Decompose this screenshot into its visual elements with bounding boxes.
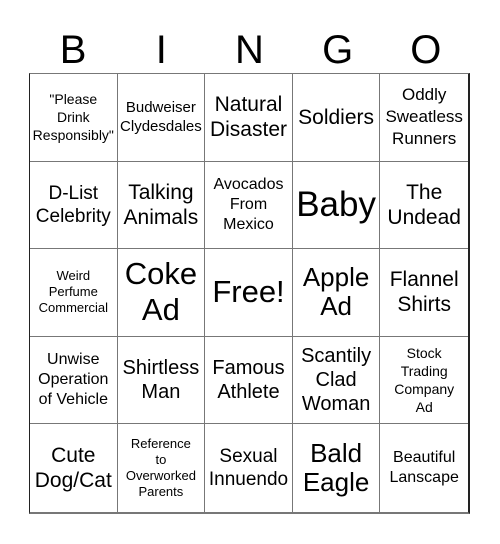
bingo-cell[interactable]: Weird Perfume Commercial bbox=[30, 249, 118, 337]
cell-text: Apple Ad bbox=[302, 262, 370, 322]
bingo-cell[interactable]: The Undead bbox=[380, 162, 468, 250]
bingo-card-grid: "Please Drink Responsibly" Budweiser Cly… bbox=[29, 73, 470, 514]
bingo-cell[interactable]: Beautiful Lanscape bbox=[380, 424, 468, 512]
bingo-cell[interactable]: Sexual Innuendo bbox=[205, 424, 293, 512]
header-letter-g: G bbox=[322, 28, 354, 72]
bingo-header: B I N G O bbox=[29, 28, 471, 72]
bingo-cell[interactable]: Flannel Shirts bbox=[380, 249, 468, 337]
cell-text: Talking Animals bbox=[123, 180, 199, 229]
cell-text: Shirtless Man bbox=[122, 357, 200, 404]
header-letter-n: N bbox=[235, 28, 264, 72]
bingo-cell[interactable]: Talking Animals bbox=[117, 161, 206, 250]
cell-text: Coke Ad bbox=[124, 256, 198, 328]
header-letter-b: B bbox=[59, 28, 87, 72]
bingo-cell[interactable]: Baby bbox=[292, 161, 381, 250]
bingo-cell[interactable]: Unwise Operation of Vehicle bbox=[30, 336, 118, 425]
bingo-cell[interactable]: Natural Disaster bbox=[205, 74, 293, 162]
bingo-cell[interactable]: Scantily Clad Woman bbox=[292, 336, 381, 425]
cell-text: Beautiful Lanscape bbox=[389, 449, 459, 487]
bingo-cell[interactable]: "Please Drink Responsibly" bbox=[30, 74, 118, 162]
bingo-cell[interactable]: Reference to Overworked Parents bbox=[118, 424, 206, 512]
header-letter-i: I bbox=[155, 28, 167, 72]
cell-text: Free! bbox=[212, 274, 285, 310]
bingo-cell[interactable]: Stock Trading Company Ad bbox=[380, 337, 468, 425]
bingo-cell[interactable]: D-List Celebrity bbox=[30, 161, 118, 250]
cell-text: Stock Trading Company Ad bbox=[394, 345, 455, 416]
cell-text: Scantily Clad Woman bbox=[301, 345, 372, 416]
cell-text: Unwise Operation of Vehicle bbox=[38, 351, 109, 409]
bingo-cell[interactable]: Soldiers bbox=[292, 74, 381, 162]
cell-text: Sexual Innuendo bbox=[208, 446, 289, 491]
cell-text: "Please Drink Responsibly" bbox=[32, 91, 114, 144]
bingo-cell[interactable]: Shirtless Man bbox=[117, 336, 206, 425]
cell-text: Budweiser Clydesdales bbox=[120, 99, 202, 136]
header-letter-o: O bbox=[410, 28, 442, 72]
cell-text: Bald Eagle bbox=[302, 438, 370, 498]
bingo-cell[interactable]: Avocados From Mexico bbox=[205, 161, 293, 250]
bingo-cell[interactable]: Famous Athlete bbox=[205, 336, 293, 425]
free-space[interactable]: Free! bbox=[205, 249, 293, 337]
bingo-cell[interactable]: Cute Dog/Cat bbox=[30, 424, 118, 512]
bingo-cell[interactable]: Coke Ad bbox=[117, 249, 206, 337]
bingo-cell[interactable]: Oddly Sweatless Runners bbox=[380, 74, 468, 162]
cell-text: Baby bbox=[296, 185, 376, 225]
cell-text: D-List Celebrity bbox=[35, 182, 111, 227]
cell-text: Oddly Sweatless Runners bbox=[385, 85, 463, 149]
cell-text: Natural Disaster bbox=[209, 93, 287, 142]
cell-text: Avocados From Mexico bbox=[213, 175, 284, 233]
cell-text: Flannel Shirts bbox=[389, 268, 459, 317]
bingo-cell[interactable]: Apple Ad bbox=[292, 249, 381, 337]
bingo-cell[interactable]: Budweiser Clydesdales bbox=[117, 74, 206, 162]
cell-text: Soldiers bbox=[298, 105, 375, 129]
bingo-cell[interactable]: Bald Eagle bbox=[293, 424, 381, 512]
cell-text: Reference to Overworked Parents bbox=[125, 436, 196, 500]
cell-text: Cute Dog/Cat bbox=[34, 444, 112, 493]
cell-text: The Undead bbox=[387, 180, 461, 229]
cell-text: Famous Athlete bbox=[212, 357, 285, 404]
cell-text: Weird Perfume Commercial bbox=[38, 268, 108, 316]
